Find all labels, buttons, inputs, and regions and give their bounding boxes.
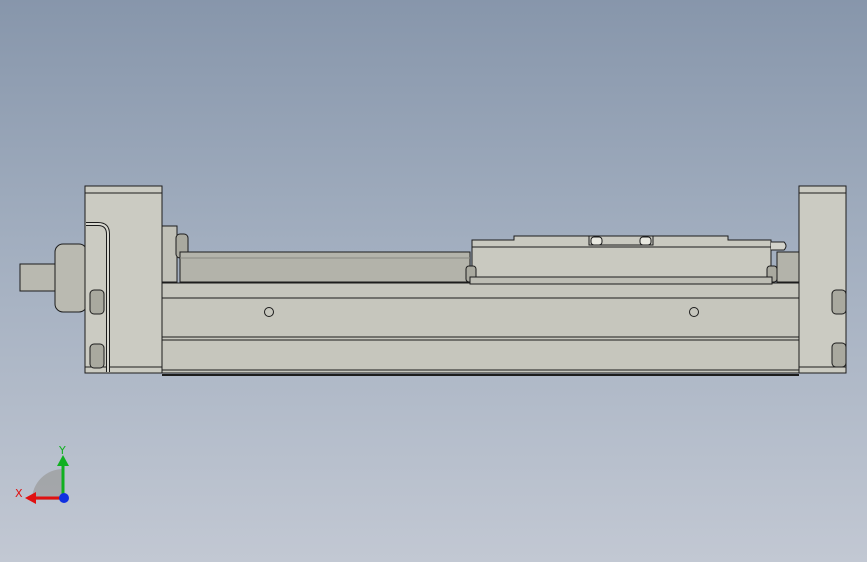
right-bolt-lower	[831, 342, 847, 368]
linear-actuator-model[interactable]	[0, 0, 867, 562]
z-axis-icon	[59, 493, 69, 503]
x-axis-label: X	[15, 487, 23, 500]
view-orientation-triad[interactable]: Y X	[10, 440, 80, 510]
guide-rod-right	[776, 251, 800, 283]
carriage-base	[469, 276, 773, 285]
rail-body	[161, 282, 800, 374]
mount-hole-right	[689, 307, 699, 317]
motor-boss	[54, 243, 88, 313]
left-bolt-lower	[89, 343, 105, 369]
x-arrow-icon	[25, 492, 36, 504]
carriage-slot-left	[590, 236, 603, 246]
carriage-clip	[771, 241, 787, 251]
guide-rod	[179, 251, 471, 283]
carriage-slot-right	[639, 236, 652, 246]
motor-shaft	[19, 263, 59, 292]
graphics-viewport[interactable]: Y X	[0, 0, 867, 562]
right-bolt-upper	[831, 289, 847, 315]
mount-hole-left	[264, 307, 274, 317]
rod-clamp	[161, 225, 178, 283]
triad-plane-icon	[32, 469, 63, 500]
left-bolt-upper	[89, 289, 105, 315]
y-axis-label: Y	[58, 444, 66, 457]
